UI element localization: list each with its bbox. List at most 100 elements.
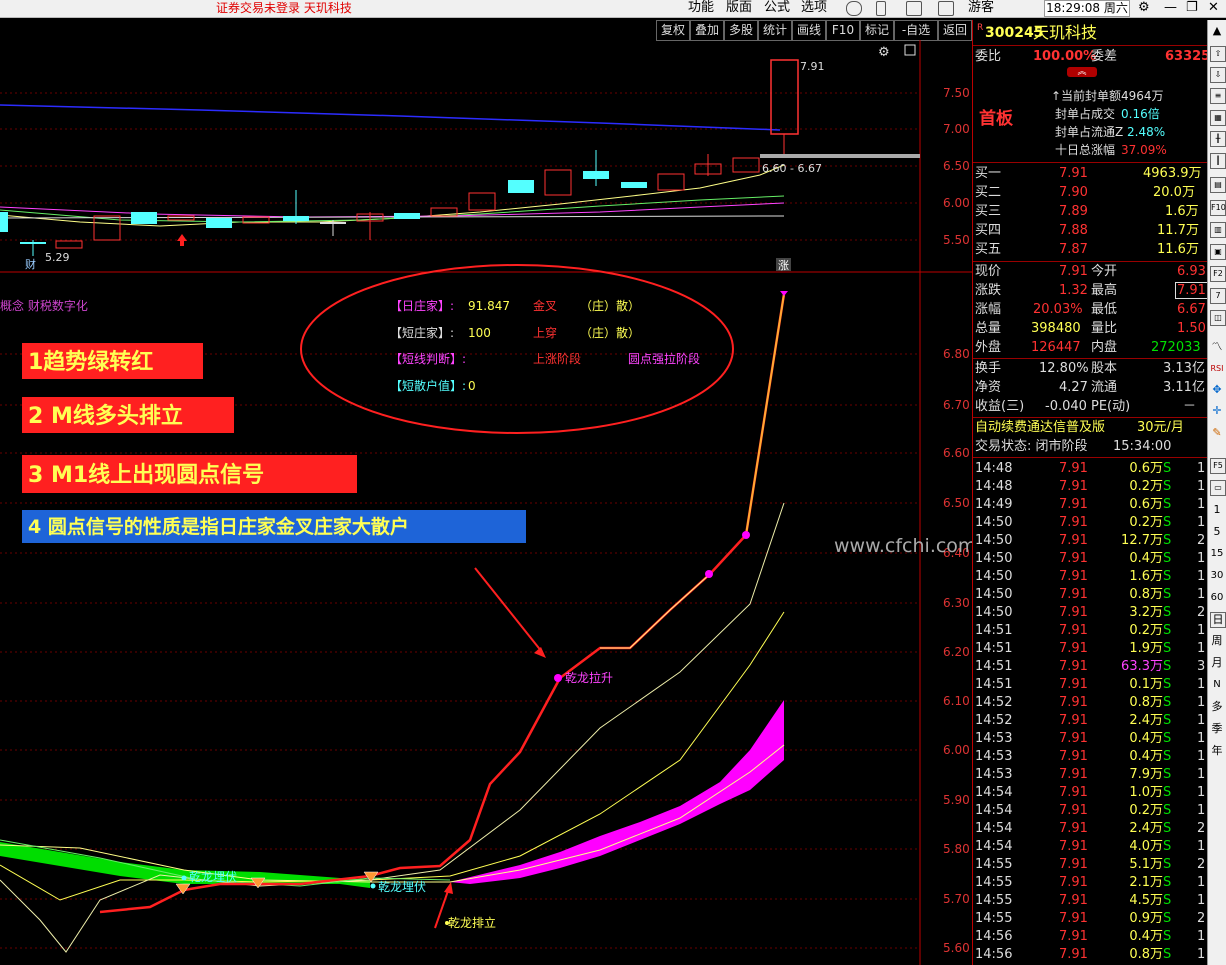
period-day[interactable]: 日: [1210, 612, 1226, 628]
btn-fuquan[interactable]: 复权: [656, 20, 690, 41]
info-key-judge: 【短线判断】:: [390, 351, 466, 366]
f2-icon[interactable]: F2: [1210, 266, 1226, 282]
f7-icon[interactable]: 7: [1210, 288, 1226, 304]
axis-tick: 6.50: [943, 496, 970, 510]
list-icon[interactable]: ≡: [1210, 88, 1226, 104]
restore-icon[interactable]: ❐: [1186, 0, 1198, 16]
tick-row: 14:50 7.91 0.8万 S 1: [973, 586, 1207, 604]
period-week[interactable]: 周: [1210, 634, 1224, 648]
period-5[interactable]: 5: [1210, 525, 1224, 539]
axis-tick: 5.70: [943, 892, 970, 906]
scroll-top-icon[interactable]: ▲: [1210, 24, 1224, 38]
chart-icon[interactable]: ╫: [1210, 131, 1226, 147]
tick-volume: 4.5万: [1129, 893, 1163, 908]
tick-time: 14:50: [975, 515, 1013, 530]
arrow-head-icon: [534, 647, 546, 658]
refresh-icon[interactable]: [846, 1, 862, 16]
move-icon[interactable]: ✥: [1210, 383, 1224, 397]
label-lift: 乾龙拉升: [565, 670, 613, 685]
btn-stats[interactable]: 统计: [758, 20, 792, 41]
period-n[interactable]: N: [1210, 678, 1224, 692]
layout-icon[interactable]: ▭: [1210, 480, 1226, 496]
close-icon[interactable]: ✕: [1208, 0, 1219, 16]
menu-function[interactable]: 功能: [688, 0, 714, 16]
doc-icon[interactable]: ▤: [1210, 177, 1226, 193]
bid-volume: 11.6万: [1157, 242, 1199, 257]
tick-row: 14:48 7.91 0.2万 S 1: [973, 478, 1207, 496]
collapse-icon[interactable]: ︽: [1067, 67, 1097, 77]
down-icon[interactable]: ⇩: [1210, 67, 1226, 83]
wc-label: 委差: [1091, 49, 1118, 64]
tick-time: 14:56: [975, 947, 1013, 962]
bid-label: 买一: [975, 166, 1002, 181]
period-1[interactable]: 1: [1210, 503, 1224, 517]
tick-price: 7.91: [1059, 677, 1088, 692]
stat-value: 4.27: [1059, 380, 1088, 395]
period-60[interactable]: 60: [1210, 591, 1224, 605]
tick-row: 14:50 7.91 0.2万 S 1: [973, 514, 1207, 532]
btn-overlay[interactable]: 叠加: [690, 20, 724, 41]
settings-icon[interactable]: ⚙: [1138, 0, 1150, 16]
tick-price: 7.91: [1059, 785, 1088, 800]
btn-multi[interactable]: 多股: [724, 20, 758, 41]
tick-price: 7.91: [1059, 587, 1088, 602]
tick-count: 1: [1197, 497, 1206, 512]
period-quarter[interactable]: 季: [1210, 722, 1224, 736]
period-month[interactable]: 月: [1210, 656, 1224, 670]
ad-price[interactable]: 30元/月: [1137, 419, 1184, 437]
phone-icon[interactable]: [876, 1, 886, 16]
period-15[interactable]: 15: [1210, 547, 1224, 561]
btn-watchlist[interactable]: -自选: [894, 20, 938, 41]
period-multi[interactable]: 多: [1210, 700, 1224, 714]
info-icon[interactable]: ▣: [1210, 244, 1226, 260]
grid-icon[interactable]: ▦: [1210, 110, 1226, 126]
f5-icon[interactable]: F5: [1210, 458, 1226, 474]
menu-formula[interactable]: 公式: [764, 0, 790, 16]
menu-options[interactable]: 选项: [801, 0, 827, 16]
kline-icon[interactable]: ┃: [1210, 153, 1226, 169]
axis-tick: 5.50: [943, 233, 970, 247]
tick-price: 7.91: [1059, 569, 1088, 584]
tick-count: 2: [1197, 533, 1206, 548]
cursor-icon[interactable]: ✛: [1210, 404, 1224, 418]
tick-side: S: [1163, 785, 1172, 800]
btn-draw[interactable]: 画线: [792, 20, 826, 41]
menu-layout[interactable]: 版面: [726, 0, 752, 16]
bid-volume: 11.7万: [1157, 223, 1199, 238]
tick-volume: 1.0万: [1129, 785, 1163, 800]
tick-volume: 2.4万: [1129, 713, 1163, 728]
stat-label: 股本: [1091, 361, 1118, 376]
info-sig-short: 上穿: [533, 325, 557, 340]
panel-icon[interactable]: ◫: [1210, 310, 1226, 326]
window-icon[interactable]: [904, 44, 916, 56]
ad-text[interactable]: 自动续费通达信普及版: [975, 419, 1105, 437]
period-30[interactable]: 30: [1210, 569, 1224, 583]
btn-back[interactable]: 返回: [938, 20, 972, 41]
mail-icon[interactable]: [906, 1, 922, 16]
minimize-icon[interactable]: —: [1164, 0, 1177, 16]
gear-icon[interactable]: ⚙: [878, 45, 890, 60]
r-marker: R: [977, 23, 984, 33]
pen-icon[interactable]: ✎: [1210, 426, 1224, 440]
bid-price: 7.89: [1059, 204, 1088, 219]
f10-icon[interactable]: F10: [1210, 200, 1226, 216]
anno-text-4: 4 圆点信号的性质是指日庄家金叉庄家大散户: [28, 515, 409, 538]
tick-volume: 3.2万: [1129, 605, 1163, 620]
line-chart-icon[interactable]: 〽: [1210, 340, 1224, 354]
rsi-icon[interactable]: RSI: [1210, 362, 1224, 376]
monitor-icon[interactable]: [938, 1, 954, 16]
period-year[interactable]: 年: [1210, 744, 1224, 758]
quote-panel: R 300245 天玑科技 委比 100.00% 委差 63325 ︽ 首板 ↑…: [972, 20, 1210, 965]
kline-chart[interactable]: 7.50 7.00 6.50 6.00 5.50 6.80 6.70 6.60 …: [0, 40, 972, 965]
dot-hide: [370, 883, 376, 889]
tick-side: S: [1163, 461, 1172, 476]
tick-count: 1: [1197, 641, 1206, 656]
tick-count: 1: [1197, 587, 1206, 602]
table-icon[interactable]: ▥: [1210, 222, 1226, 238]
btn-f10[interactable]: F10: [826, 20, 860, 41]
finance-marker: 财: [25, 257, 36, 271]
tick-volume: 4.0万: [1129, 839, 1163, 854]
btn-mark[interactable]: 标记: [860, 20, 894, 41]
tick-count: 3: [1197, 659, 1206, 674]
up-icon[interactable]: ⇧: [1210, 46, 1226, 62]
